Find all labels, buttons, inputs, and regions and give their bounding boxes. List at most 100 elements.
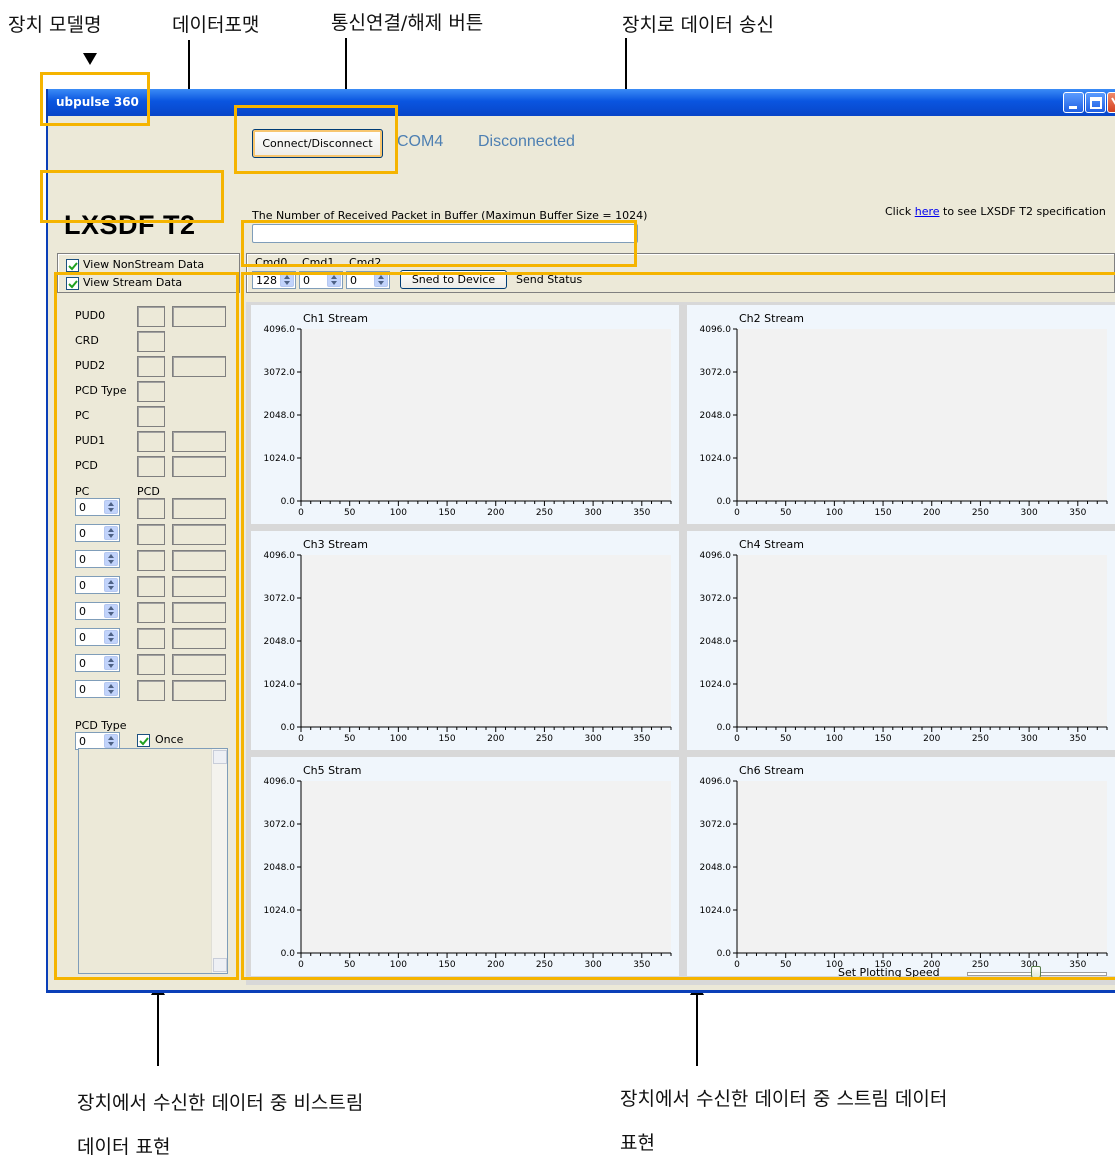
y-tick-label: 0.0 xyxy=(717,497,732,507)
y-tick-label: 3072.0 xyxy=(264,368,296,378)
pcd-extra-box xyxy=(172,456,226,477)
x-tick-label: 350 xyxy=(633,734,650,744)
x-tick-label: 0 xyxy=(298,960,304,970)
pc-spinner[interactable]: 0 xyxy=(75,524,120,542)
pcd-row-box xyxy=(137,524,165,545)
pud1-extra-box xyxy=(172,431,226,452)
connect-disconnect-button[interactable]: Connect/Disconnect xyxy=(252,129,383,158)
x-tick-label: 250 xyxy=(972,734,989,744)
view-stream-checkbox[interactable] xyxy=(66,277,79,290)
title-bar[interactable]: ubpulse 360 xyxy=(48,89,1115,116)
y-tick-label: 2048.0 xyxy=(700,637,732,647)
pcd-row-box xyxy=(137,602,165,623)
pud0-extra-box xyxy=(172,306,226,327)
stream-chart: Ch3 Stream 4096.0 3072.0 2048.0 1024.0 0.0 0 50… xyxy=(251,531,679,750)
spinner-arrows-icon[interactable] xyxy=(104,500,118,514)
y-tick-label: 1024.0 xyxy=(700,906,732,916)
pcd-type-header: PCD Type xyxy=(75,719,127,732)
x-tick-label: 200 xyxy=(923,508,940,518)
stream-chart: Ch2 Stream 4096.0 3072.0 2048.0 1024.0 0.0 0 50… xyxy=(687,305,1115,524)
field-label-pud0: PUD0 xyxy=(75,309,106,322)
once-label: Once xyxy=(155,733,184,746)
nonstream-log-textarea[interactable] xyxy=(78,748,228,974)
annotation-data-format: 데이터포맷 xyxy=(172,14,260,36)
spinner-arrows-icon[interactable] xyxy=(104,734,118,748)
close-button[interactable] xyxy=(1107,92,1115,113)
once-checkbox[interactable] xyxy=(137,734,150,747)
send-to-device-button[interactable]: Sned to Device xyxy=(400,270,507,289)
plot-speed-slider-thumb[interactable] xyxy=(1031,966,1041,980)
pcd-row-box xyxy=(137,498,165,519)
y-tick-label: 1024.0 xyxy=(700,454,732,464)
view-nonstream-checkbox[interactable] xyxy=(66,259,79,272)
y-tick-label: 2048.0 xyxy=(700,863,732,873)
pc-spinner[interactable]: 0 xyxy=(75,654,120,672)
x-tick-label: 350 xyxy=(633,508,650,518)
pcd-row-box xyxy=(137,680,165,701)
pc-spinner[interactable]: 0 xyxy=(75,498,120,516)
x-tick-label: 200 xyxy=(923,734,940,744)
pointer-line xyxy=(345,38,347,96)
minimize-button[interactable] xyxy=(1063,92,1084,113)
annotation-stream-line1: 장치에서 수신한 데이터 중 스트림 데이터 xyxy=(620,1088,948,1110)
x-tick-label: 300 xyxy=(1021,508,1038,518)
x-tick-label: 150 xyxy=(874,508,891,518)
pc-spinner[interactable]: 0 xyxy=(75,680,120,698)
x-tick-label: 0 xyxy=(734,960,740,970)
spec-link[interactable]: here xyxy=(915,205,940,218)
spinner-arrows-icon[interactable] xyxy=(104,552,118,566)
vertical-scrollbar[interactable] xyxy=(211,749,227,973)
x-tick-label: 100 xyxy=(390,960,407,970)
annotation-stream-line2: 표현 xyxy=(620,1132,655,1154)
spinner-arrows-icon[interactable] xyxy=(104,630,118,644)
pc-spinner[interactable]: 0 xyxy=(75,602,120,620)
maximize-icon xyxy=(1090,97,1102,109)
port-label: COM4 xyxy=(397,133,444,150)
y-tick-label: 1024.0 xyxy=(264,906,296,916)
pc-spinner[interactable]: 0 xyxy=(75,550,120,568)
stream-chart: Ch6 Stream 4096.0 3072.0 2048.0 1024.0 0.0 0 50… xyxy=(687,757,1115,976)
chart-title: Ch6 Stream xyxy=(739,764,804,777)
x-tick-label: 250 xyxy=(972,960,989,970)
spinner-arrows-icon[interactable] xyxy=(104,682,118,696)
scroll-down-icon[interactable] xyxy=(213,958,227,972)
x-tick-label: 150 xyxy=(438,734,455,744)
chart-title: Ch3 Stream xyxy=(303,538,368,551)
field-label-pud2: PUD2 xyxy=(75,359,106,372)
arrow-down-icon xyxy=(83,53,97,65)
pc-spinner[interactable]: 0 xyxy=(75,576,120,594)
x-tick-label: 50 xyxy=(780,960,792,970)
spinner-arrows-icon[interactable] xyxy=(327,273,341,287)
plot-area xyxy=(301,329,671,501)
pcd-row-box xyxy=(137,654,165,675)
pointer-line xyxy=(157,994,159,1066)
x-tick-label: 150 xyxy=(438,960,455,970)
pud2-value-box xyxy=(137,356,165,377)
scroll-up-icon[interactable] xyxy=(213,750,227,764)
stream-chart: Ch1 Stream 4096.0 3072.0 2048.0 1024.0 0.0 0 50… xyxy=(251,305,679,524)
stream-chart-svg: Ch5 Stram 4096.0 3072.0 2048.0 1024.0 0.00 50 1… xyxy=(264,764,672,970)
chart-title: Ch4 Stream xyxy=(739,538,804,551)
field-label-pc: PC xyxy=(75,409,90,422)
pcd-row-extra-box xyxy=(172,680,226,701)
command-group: Cmd0 Cmd1 Cmd2 128 0 0 Sned to Device Se… xyxy=(246,253,1115,293)
spinner-arrows-icon[interactable] xyxy=(374,273,388,287)
cmd2-spinner[interactable]: 0 xyxy=(346,271,390,289)
spinner-arrows-icon[interactable] xyxy=(104,526,118,540)
spinner-arrows-icon[interactable] xyxy=(104,578,118,592)
maximize-button[interactable] xyxy=(1085,92,1106,113)
x-tick-label: 50 xyxy=(344,960,356,970)
pcd-row-box xyxy=(137,576,165,597)
cmd0-spinner[interactable]: 128 xyxy=(252,271,296,289)
x-tick-label: 150 xyxy=(438,508,455,518)
x-tick-label: 50 xyxy=(780,508,792,518)
stream-chart-svg: Ch1 Stream 4096.0 3072.0 2048.0 1024.0 0.00 50… xyxy=(264,312,672,518)
spinner-arrows-icon[interactable] xyxy=(104,604,118,618)
connection-status: Disconnected xyxy=(478,133,575,150)
spinner-arrows-icon[interactable] xyxy=(280,273,294,287)
spinner-arrows-icon[interactable] xyxy=(104,656,118,670)
cmd1-spinner[interactable]: 0 xyxy=(299,271,343,289)
pc-spinner[interactable]: 0 xyxy=(75,628,120,646)
stream-chart-svg: Ch6 Stream 4096.0 3072.0 2048.0 1024.0 0.00 50… xyxy=(700,764,1108,970)
check-icon xyxy=(68,262,78,271)
